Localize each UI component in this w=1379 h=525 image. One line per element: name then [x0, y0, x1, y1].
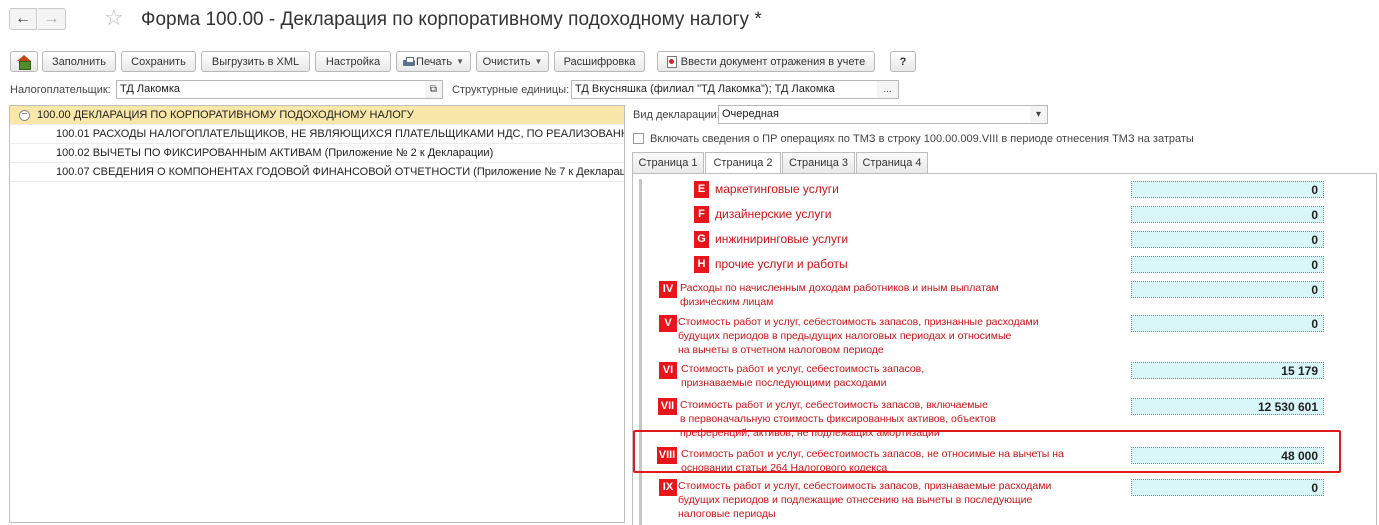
row-value-field[interactable]: 0	[1131, 315, 1324, 332]
row-value-field[interactable]: 0	[1131, 181, 1324, 198]
export-xml-button-label: Выгрузить в XML	[211, 55, 300, 68]
row-code-badge: E	[694, 181, 709, 198]
fill-button[interactable]: Заполнить	[42, 51, 116, 72]
clear-button-label: Очистить	[482, 55, 531, 68]
decode-button-label: Расшифровка	[563, 55, 636, 68]
row-code-badge: VI	[659, 362, 677, 379]
save-button-label: Сохранить	[131, 55, 186, 68]
row-code-badge: H	[694, 256, 709, 273]
row-label: маркетинговые услуги	[715, 182, 839, 196]
row-label: Стоимость работ и услуг, себестоимость з…	[678, 480, 1052, 520]
arrow-left-icon: ←	[15, 10, 31, 27]
row-value-field[interactable]: 0	[1131, 206, 1324, 223]
row-label: Стоимость работ и услуг, себестоимость з…	[678, 316, 1039, 356]
tree-item[interactable]: 100.07 СВЕДЕНИЯ О КОМПОНЕНТАХ ГОДОВОЙ ФИ…	[10, 163, 624, 182]
document-icon	[666, 55, 677, 68]
forward-button[interactable]: →	[38, 8, 66, 30]
tree-item[interactable]: 100.02 ВЫЧЕТЫ ПО ФИКСИРОВАННЫМ АКТИВАМ (…	[10, 144, 624, 163]
collapse-icon[interactable]: −	[19, 110, 30, 121]
row-value-field[interactable]: 0	[1131, 479, 1324, 496]
tab-page-1[interactable]: Страница 1	[632, 152, 704, 174]
page-title: Форма 100.00 - Декларация по корпоративн…	[141, 9, 762, 30]
enter-document-button-label: Ввести документ отражения в учете	[680, 55, 866, 68]
form-tree: − 100.00 ДЕКЛАРАЦИЯ ПО КОРПОРАТИВНОМУ ПО…	[9, 105, 625, 523]
favorite-star-icon[interactable]: ☆	[104, 5, 124, 31]
highlight-frame	[633, 430, 1341, 473]
open-icon: ⧉	[429, 84, 438, 95]
row-code-badge: V	[659, 315, 677, 332]
units-field[interactable]: ТД Вкусняшка (филиал "ТД Лакомка"); ТД Л…	[571, 80, 878, 99]
clear-button[interactable]: Очистить ▼	[476, 51, 549, 72]
taxpayer-open-button[interactable]: ⧉	[425, 80, 443, 99]
declaration-type-select[interactable]: Очередная	[718, 105, 1031, 124]
chevron-down-icon: ▾	[1035, 109, 1042, 120]
include-tmz-checkbox-label: Включать сведения о ПР операциях по ТМЗ …	[650, 133, 1194, 145]
tab-page-4[interactable]: Страница 4	[856, 152, 928, 174]
row-code-badge: F	[694, 206, 709, 223]
row-value-field[interactable]: 15 179	[1131, 362, 1324, 379]
units-select-button-label: ...	[883, 84, 892, 95]
tab-page-3[interactable]: Страница 3	[782, 152, 855, 174]
tree-item-label: 100.00 ДЕКЛАРАЦИЯ ПО КОРПОРАТИВНОМУ ПОДО…	[37, 109, 414, 121]
row-value-field[interactable]: 12 530 601	[1131, 398, 1324, 415]
vertical-scrollbar[interactable]	[639, 179, 642, 525]
help-button[interactable]: ?	[890, 51, 916, 72]
fill-button-label: Заполнить	[51, 55, 106, 68]
tab-label: Страница 3	[788, 157, 849, 169]
declaration-type-dropdown-button[interactable]: ▾	[1030, 105, 1048, 124]
home-button[interactable]	[10, 51, 38, 72]
units-select-button[interactable]: ...	[877, 80, 899, 99]
tree-item-label: 100.01 РАСХОДЫ НАЛОГОПЛАТЕЛЬЩИКОВ, НЕ ЯВ…	[56, 128, 624, 140]
row-label: Расходы по начисленным доходам работнико…	[680, 282, 999, 308]
settings-button-label: Настройка	[325, 55, 381, 68]
row-label: прочие услуги и работы	[715, 257, 848, 271]
tab-label: Страница 2	[713, 157, 773, 169]
chevron-down-icon: ▼	[456, 57, 464, 66]
print-button-label: Печать	[416, 55, 453, 68]
row-label: инжиниринговые услуги	[715, 232, 849, 246]
row-code-badge: VII	[658, 398, 677, 415]
settings-button[interactable]: Настройка	[315, 51, 391, 72]
chevron-down-icon: ▼	[534, 57, 543, 66]
tab-label: Страница 4	[862, 157, 922, 169]
include-tmz-checkbox[interactable]	[633, 133, 644, 144]
declaration-type-label: Вид декларации:	[633, 109, 720, 121]
decode-button[interactable]: Расшифровка	[554, 51, 645, 72]
arrow-right-icon: →	[43, 10, 60, 27]
row-label: дизайнерские услуги	[715, 207, 832, 221]
save-button[interactable]: Сохранить	[121, 51, 196, 72]
row-code-badge: IX	[659, 479, 677, 496]
row-label: Стоимость работ и услуг, себестоимость з…	[681, 363, 925, 389]
tree-item[interactable]: − 100.00 ДЕКЛАРАЦИЯ ПО КОРПОРАТИВНОМУ ПО…	[10, 106, 624, 125]
export-xml-button[interactable]: Выгрузить в XML	[201, 51, 310, 72]
enter-document-button[interactable]: Ввести документ отражения в учете	[657, 51, 875, 72]
tab-page-2[interactable]: Страница 2	[705, 152, 781, 175]
help-button-label: ?	[899, 55, 907, 68]
row-value-field[interactable]: 0	[1131, 281, 1324, 298]
row-value-field[interactable]: 0	[1131, 231, 1324, 248]
row-code-badge: G	[694, 231, 709, 248]
units-label: Структурные единицы:	[452, 84, 570, 96]
row-value-field[interactable]: 0	[1131, 256, 1324, 273]
taxpayer-label: Налогоплательщик:	[10, 84, 111, 96]
back-button[interactable]: ←	[9, 8, 37, 30]
taxpayer-field[interactable]: ТД Лакомка	[116, 80, 426, 99]
tree-item-label: 100.07 СВЕДЕНИЯ О КОМПОНЕНТАХ ГОДОВОЙ ФИ…	[56, 166, 624, 178]
printer-icon	[403, 56, 416, 67]
print-button[interactable]: Печать ▼	[396, 51, 471, 72]
tree-item-label: 100.02 ВЫЧЕТЫ ПО ФИКСИРОВАННЫМ АКТИВАМ (…	[56, 147, 494, 159]
tree-item[interactable]: 100.01 РАСХОДЫ НАЛОГОПЛАТЕЛЬЩИКОВ, НЕ ЯВ…	[10, 125, 624, 144]
house-icon	[16, 54, 32, 70]
tab-label: Страница 1	[638, 157, 698, 169]
row-code-badge: IV	[659, 281, 677, 298]
